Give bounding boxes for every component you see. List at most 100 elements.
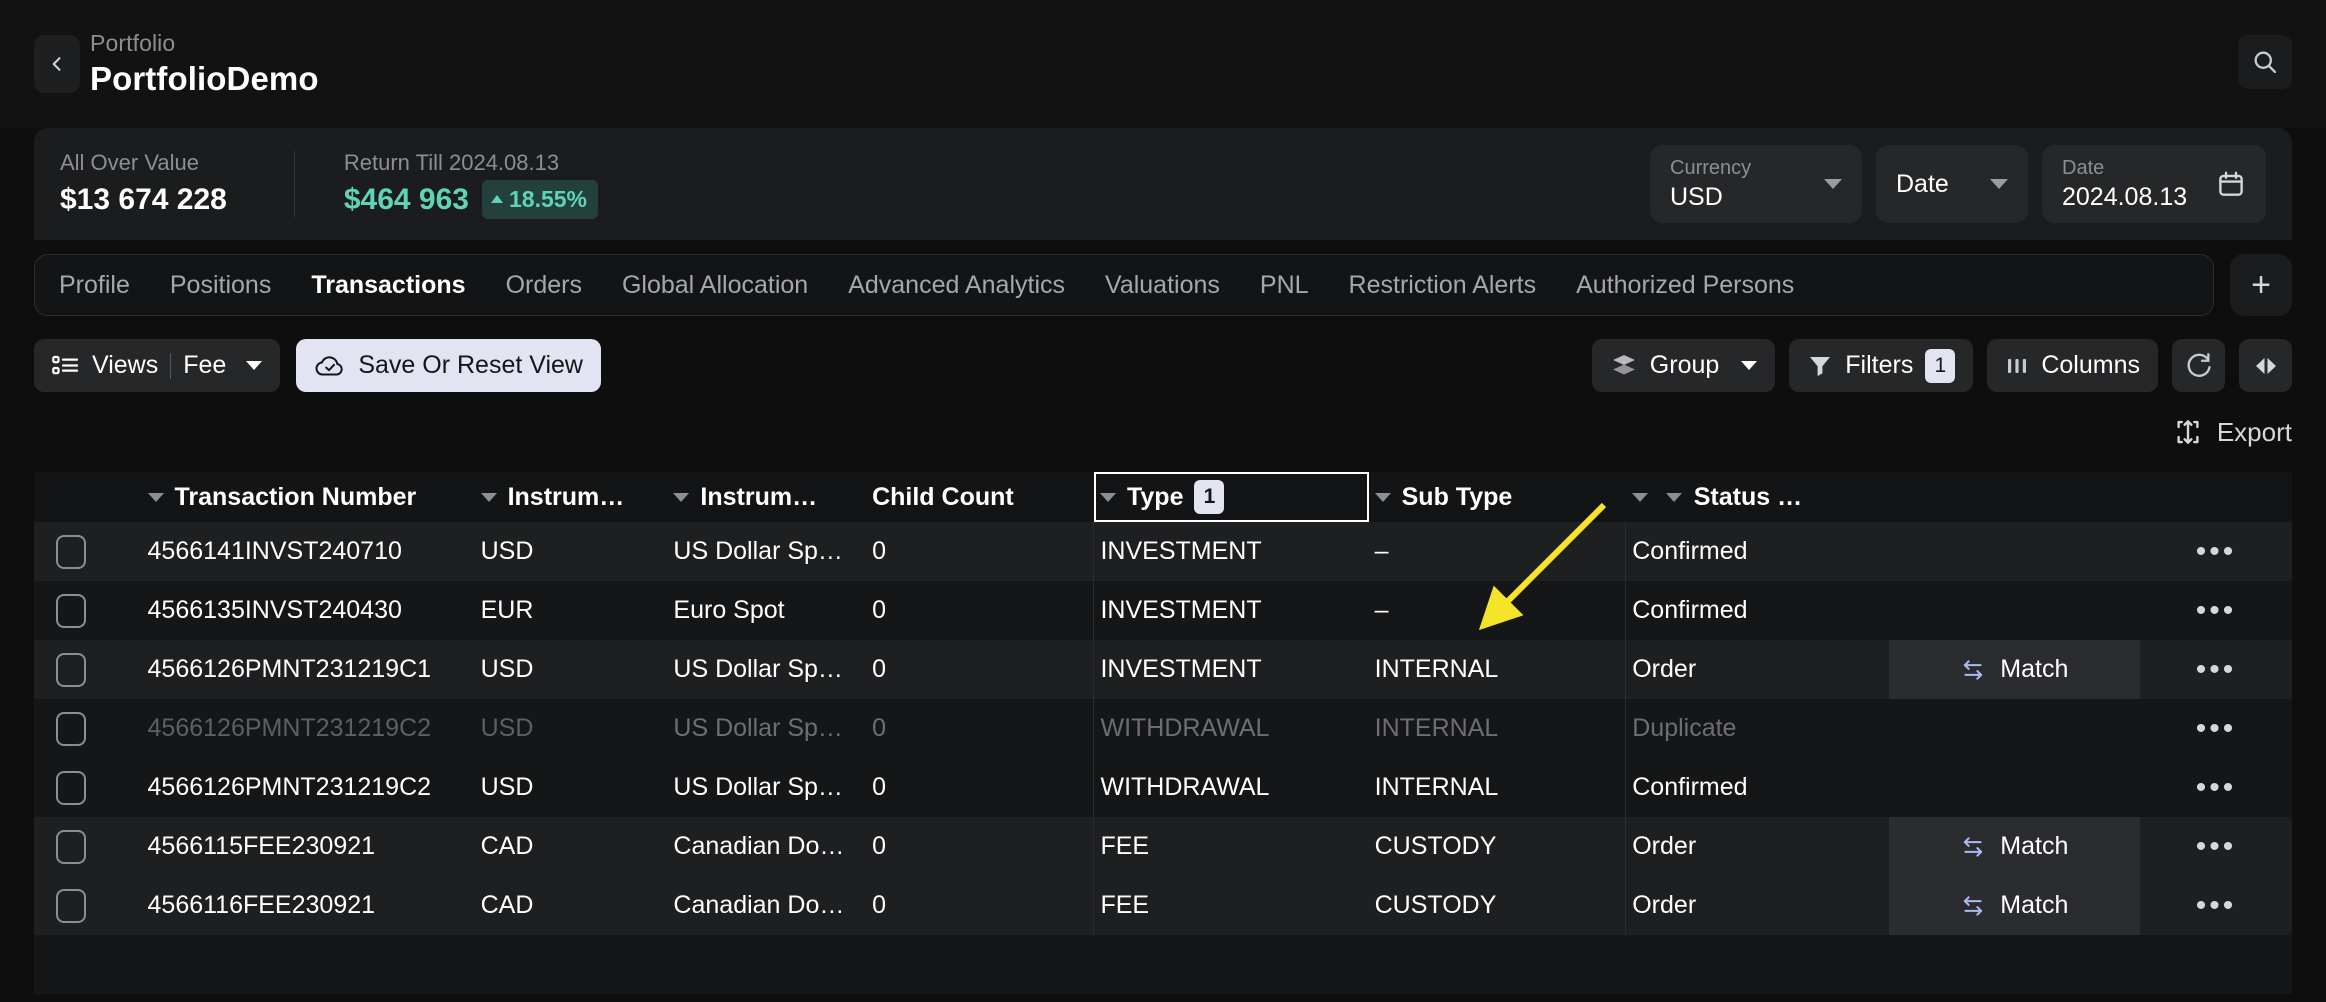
- row-select-cell[interactable]: [34, 699, 142, 758]
- cell-instrument-code[interactable]: USD: [475, 640, 668, 699]
- cell-transaction-number[interactable]: 4566115FEE230921: [142, 817, 475, 876]
- cell-instrument-code[interactable]: USD: [475, 699, 668, 758]
- columns-button[interactable]: Columns: [1987, 339, 2158, 392]
- cell-instrument-code[interactable]: USD: [475, 758, 668, 817]
- cell-transaction-number[interactable]: 4566116FEE230921: [142, 876, 475, 935]
- tab-profile[interactable]: Profile: [59, 271, 130, 300]
- more-options-icon[interactable]: •••: [2146, 537, 2286, 567]
- row-select-cell[interactable]: [34, 758, 142, 817]
- cell-transaction-number[interactable]: 4566126PMNT231219C2: [142, 699, 475, 758]
- tab-pnl[interactable]: PNL: [1260, 271, 1309, 300]
- sort-caret-icon[interactable]: [1100, 493, 1116, 502]
- table-row[interactable]: 4566141INVST240710 USD US Dollar Sp… 0 I…: [34, 522, 2292, 581]
- row-select-cell[interactable]: [34, 581, 142, 640]
- row-checkbox[interactable]: [56, 535, 86, 569]
- cell-row-menu[interactable]: •••: [2140, 522, 2292, 581]
- cell-transaction-number[interactable]: 4566126PMNT231219C1: [142, 640, 475, 699]
- cell-instrument-name: US Dollar Sp…: [667, 699, 866, 758]
- cell-match[interactable]: Match: [1889, 876, 2140, 935]
- sort-caret-icon[interactable]: [148, 493, 164, 502]
- cell-instrument-code[interactable]: CAD: [475, 817, 668, 876]
- col-status[interactable]: Status …: [1626, 472, 1889, 522]
- row-checkbox[interactable]: [56, 830, 86, 864]
- save-or-reset-view-button[interactable]: Save Or Reset View: [296, 339, 601, 392]
- cell-row-menu[interactable]: •••: [2140, 876, 2292, 935]
- row-checkbox[interactable]: [56, 771, 86, 805]
- sort-caret-icon[interactable]: [1375, 493, 1391, 502]
- views-selector[interactable]: Views Fee: [34, 339, 280, 392]
- sort-caret-icon[interactable]: [481, 493, 497, 502]
- add-tab-button[interactable]: +: [2230, 254, 2292, 316]
- table-row[interactable]: 4566126PMNT231219C1 USD US Dollar Sp… 0 …: [34, 640, 2292, 699]
- date-picker[interactable]: Date 2024.08.13: [2042, 145, 2266, 223]
- sort-caret-icon[interactable]: [1632, 493, 1648, 502]
- date-label: Date: [2062, 155, 2187, 181]
- match-button[interactable]: Match: [1889, 817, 2140, 876]
- tab-advanced-analytics[interactable]: Advanced Analytics: [848, 271, 1065, 300]
- col-transaction-number[interactable]: Transaction Number: [142, 472, 475, 522]
- table-row[interactable]: 4566126PMNT231219C2 USD US Dollar Sp… 0 …: [34, 758, 2292, 817]
- row-checkbox[interactable]: [56, 712, 86, 746]
- cell-transaction-number[interactable]: 4566135INVST240430: [142, 581, 475, 640]
- currency-select[interactable]: Currency USD: [1650, 145, 1862, 223]
- more-options-icon[interactable]: •••: [2146, 773, 2286, 803]
- more-options-icon[interactable]: •••: [2146, 655, 2286, 685]
- back-button[interactable]: [34, 35, 80, 93]
- tab-orders[interactable]: Orders: [506, 271, 582, 300]
- cell-instrument-name: US Dollar Sp…: [667, 522, 866, 581]
- filters-button[interactable]: Filters 1: [1789, 339, 1973, 392]
- tab-valuations[interactable]: Valuations: [1105, 271, 1220, 300]
- cell-type: FEE: [1094, 817, 1369, 876]
- col-instrument-name[interactable]: Instrum…: [667, 472, 866, 522]
- tab-restriction-alerts[interactable]: Restriction Alerts: [1349, 271, 1537, 300]
- cell-transaction-number[interactable]: 4566141INVST240710: [142, 522, 475, 581]
- row-checkbox[interactable]: [56, 653, 86, 687]
- cell-instrument-code[interactable]: CAD: [475, 876, 668, 935]
- cell-row-menu[interactable]: •••: [2140, 699, 2292, 758]
- col-sub-type[interactable]: Sub Type: [1369, 472, 1626, 522]
- columns-label: Columns: [2041, 351, 2140, 380]
- col-child-count[interactable]: Child Count: [866, 472, 1094, 522]
- table-row[interactable]: 4566115FEE230921 CAD Canadian Do… 0 FEE …: [34, 817, 2292, 876]
- cell-instrument-code[interactable]: USD: [475, 522, 668, 581]
- table-row[interactable]: 4566135INVST240430 EUR Euro Spot 0 INVES…: [34, 581, 2292, 640]
- match-button[interactable]: Match: [1889, 876, 2140, 935]
- match-button[interactable]: Match: [1889, 640, 2140, 699]
- cell-status: Confirmed: [1626, 581, 1889, 640]
- more-options-icon[interactable]: •••: [2146, 891, 2286, 921]
- cell-match[interactable]: Match: [1889, 817, 2140, 876]
- tab-global-allocation[interactable]: Global Allocation: [622, 271, 808, 300]
- page-nav-button[interactable]: [2239, 339, 2292, 392]
- row-checkbox[interactable]: [56, 594, 86, 628]
- row-select-cell[interactable]: [34, 817, 142, 876]
- tab-positions[interactable]: Positions: [170, 271, 271, 300]
- cell-instrument-code[interactable]: EUR: [475, 581, 668, 640]
- table-row[interactable]: 4566116FEE230921 CAD Canadian Do… 0 FEE …: [34, 876, 2292, 935]
- date-type-select[interactable]: Date: [1876, 145, 2028, 223]
- export-button[interactable]: Export: [2173, 417, 2292, 448]
- col-type[interactable]: Type 1: [1094, 472, 1369, 522]
- cell-row-menu[interactable]: •••: [2140, 817, 2292, 876]
- row-select-cell[interactable]: [34, 876, 142, 935]
- sort-caret-icon[interactable]: [1666, 493, 1682, 502]
- more-options-icon[interactable]: •••: [2146, 832, 2286, 862]
- tab-transactions[interactable]: Transactions: [311, 271, 465, 300]
- group-button[interactable]: Group: [1592, 339, 1775, 392]
- cell-row-menu[interactable]: •••: [2140, 640, 2292, 699]
- col-instrument-code[interactable]: Instrum…: [475, 472, 668, 522]
- sort-caret-icon[interactable]: [673, 493, 689, 502]
- row-select-cell[interactable]: [34, 640, 142, 699]
- search-button[interactable]: [2238, 35, 2292, 89]
- cell-row-menu[interactable]: •••: [2140, 581, 2292, 640]
- row-select-cell[interactable]: [34, 522, 142, 581]
- more-options-icon[interactable]: •••: [2146, 596, 2286, 626]
- refresh-button[interactable]: [2172, 339, 2225, 392]
- cell-match[interactable]: Match: [1889, 640, 2140, 699]
- cell-status: Order: [1626, 876, 1889, 935]
- row-checkbox[interactable]: [56, 889, 86, 923]
- tab-authorized-persons[interactable]: Authorized Persons: [1576, 271, 1794, 300]
- table-row[interactable]: 4566126PMNT231219C2 USD US Dollar Sp… 0 …: [34, 699, 2292, 758]
- cell-row-menu[interactable]: •••: [2140, 758, 2292, 817]
- cell-transaction-number[interactable]: 4566126PMNT231219C2: [142, 758, 475, 817]
- more-options-icon[interactable]: •••: [2146, 714, 2286, 744]
